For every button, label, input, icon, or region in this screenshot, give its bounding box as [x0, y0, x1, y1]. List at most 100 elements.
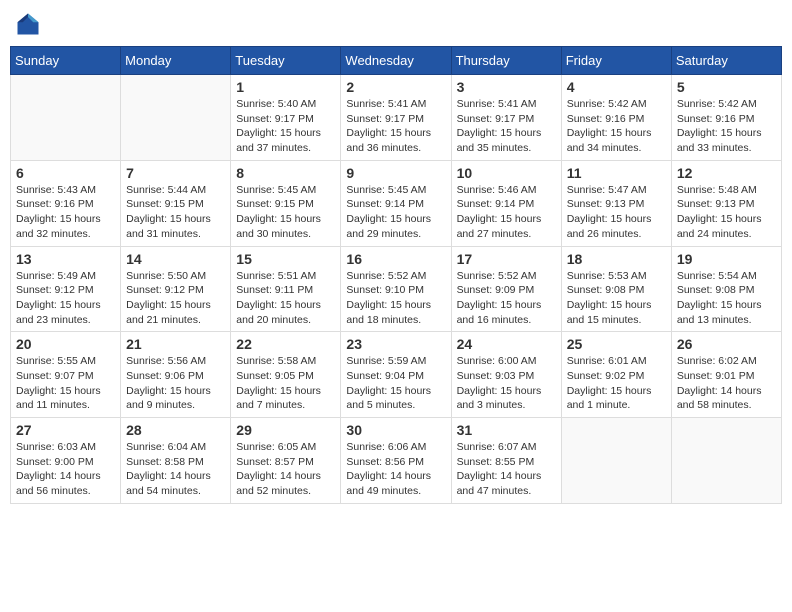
day-number: 29 — [236, 422, 335, 438]
day-info: Sunrise: 5:46 AM Sunset: 9:14 PM Dayligh… — [457, 183, 556, 242]
calendar-cell: 27 Sunrise: 6:03 AM Sunset: 9:00 PM Dayli… — [11, 418, 121, 504]
day-info: Sunrise: 5:43 AM Sunset: 9:16 PM Dayligh… — [16, 183, 115, 242]
day-number: 6 — [16, 165, 115, 181]
calendar-cell: 6 Sunrise: 5:43 AM Sunset: 9:16 PM Daylig… — [11, 160, 121, 246]
day-info: Sunrise: 5:53 AM Sunset: 9:08 PM Dayligh… — [567, 269, 666, 328]
day-info: Sunrise: 5:54 AM Sunset: 9:08 PM Dayligh… — [677, 269, 776, 328]
weekday-header-wednesday: Wednesday — [341, 47, 451, 75]
calendar-cell: 5Sunrise: 5:42 AM Sunset: 9:16 PM Daylig… — [671, 75, 781, 161]
day-info: Sunrise: 5:45 AM Sunset: 9:15 PM Dayligh… — [236, 183, 335, 242]
calendar-cell: 9 Sunrise: 5:45 AM Sunset: 9:14 PM Daylig… — [341, 160, 451, 246]
day-info: Sunrise: 5:48 AM Sunset: 9:13 PM Dayligh… — [677, 183, 776, 242]
weekday-header-friday: Friday — [561, 47, 671, 75]
day-number: 7 — [126, 165, 225, 181]
day-number: 24 — [457, 336, 556, 352]
day-info: Sunrise: 5:44 AM Sunset: 9:15 PM Dayligh… — [126, 183, 225, 242]
day-number: 27 — [16, 422, 115, 438]
day-info: Sunrise: 5:45 AM Sunset: 9:14 PM Dayligh… — [346, 183, 445, 242]
day-number: 20 — [16, 336, 115, 352]
day-number: 2 — [346, 79, 445, 95]
calendar-cell: 30 Sunrise: 6:06 AM Sunset: 8:56 PM Dayli… — [341, 418, 451, 504]
day-info: Sunrise: 6:06 AM Sunset: 8:56 PM Dayligh… — [346, 440, 445, 499]
calendar-cell — [121, 75, 231, 161]
calendar-cell: 19 Sunrise: 5:54 AM Sunset: 9:08 PM Dayli… — [671, 246, 781, 332]
weekday-header-saturday: Saturday — [671, 47, 781, 75]
calendar-cell: 2 Sunrise: 5:41 AM Sunset: 9:17 PM Daylig… — [341, 75, 451, 161]
calendar-week-row: 13Sunrise: 5:49 AM Sunset: 9:12 PM Dayli… — [11, 246, 782, 332]
calendar-cell: 8Sunrise: 5:45 AM Sunset: 9:15 PM Daylig… — [231, 160, 341, 246]
weekday-header-row: SundayMondayTuesdayWednesdayThursdayFrid… — [11, 47, 782, 75]
day-number: 18 — [567, 251, 666, 267]
day-number: 4 — [567, 79, 666, 95]
weekday-header-monday: Monday — [121, 47, 231, 75]
day-info: Sunrise: 5:56 AM Sunset: 9:06 PM Dayligh… — [126, 354, 225, 413]
day-number: 14 — [126, 251, 225, 267]
day-info: Sunrise: 5:51 AM Sunset: 9:11 PM Dayligh… — [236, 269, 335, 328]
day-number: 23 — [346, 336, 445, 352]
day-number: 9 — [346, 165, 445, 181]
day-info: Sunrise: 5:50 AM Sunset: 9:12 PM Dayligh… — [126, 269, 225, 328]
calendar-table: SundayMondayTuesdayWednesdayThursdayFrid… — [10, 46, 782, 504]
day-number: 21 — [126, 336, 225, 352]
calendar-cell: 24 Sunrise: 6:00 AM Sunset: 9:03 PM Dayli… — [451, 332, 561, 418]
calendar-week-row: 27 Sunrise: 6:03 AM Sunset: 9:00 PM Dayli… — [11, 418, 782, 504]
day-number: 11 — [567, 165, 666, 181]
day-number: 31 — [457, 422, 556, 438]
day-info: Sunrise: 6:04 AM Sunset: 8:58 PM Dayligh… — [126, 440, 225, 499]
day-info: Sunrise: 6:03 AM Sunset: 9:00 PM Dayligh… — [16, 440, 115, 499]
weekday-header-sunday: Sunday — [11, 47, 121, 75]
calendar-cell — [561, 418, 671, 504]
calendar-cell: 21 Sunrise: 5:56 AM Sunset: 9:06 PM Dayli… — [121, 332, 231, 418]
day-info: Sunrise: 5:59 AM Sunset: 9:04 PM Dayligh… — [346, 354, 445, 413]
calendar-cell: 28 Sunrise: 6:04 AM Sunset: 8:58 PM Dayli… — [121, 418, 231, 504]
day-number: 30 — [346, 422, 445, 438]
day-info: Sunrise: 5:55 AM Sunset: 9:07 PM Dayligh… — [16, 354, 115, 413]
day-number: 15 — [236, 251, 335, 267]
calendar-cell: 23 Sunrise: 5:59 AM Sunset: 9:04 PM Dayli… — [341, 332, 451, 418]
day-number: 16 — [346, 251, 445, 267]
day-number: 13 — [16, 251, 115, 267]
day-number: 22 — [236, 336, 335, 352]
day-number: 28 — [126, 422, 225, 438]
weekday-header-thursday: Thursday — [451, 47, 561, 75]
day-info: Sunrise: 5:58 AM Sunset: 9:05 PM Dayligh… — [236, 354, 335, 413]
calendar-cell — [11, 75, 121, 161]
day-number: 17 — [457, 251, 556, 267]
day-number: 12 — [677, 165, 776, 181]
day-info: Sunrise: 6:07 AM Sunset: 8:55 PM Dayligh… — [457, 440, 556, 499]
day-info: Sunrise: 5:41 AM Sunset: 9:17 PM Dayligh… — [457, 97, 556, 156]
day-info: Sunrise: 5:42 AM Sunset: 9:16 PM Dayligh… — [567, 97, 666, 156]
day-number: 10 — [457, 165, 556, 181]
calendar-cell: 14 Sunrise: 5:50 AM Sunset: 9:12 PM Dayli… — [121, 246, 231, 332]
logo-icon — [14, 10, 42, 38]
day-info: Sunrise: 5:41 AM Sunset: 9:17 PM Dayligh… — [346, 97, 445, 156]
calendar-week-row: 6 Sunrise: 5:43 AM Sunset: 9:16 PM Daylig… — [11, 160, 782, 246]
calendar-cell: 20 Sunrise: 5:55 AM Sunset: 9:07 PM Dayli… — [11, 332, 121, 418]
calendar-cell — [671, 418, 781, 504]
day-info: Sunrise: 6:00 AM Sunset: 9:03 PM Dayligh… — [457, 354, 556, 413]
day-info: Sunrise: 5:52 AM Sunset: 9:09 PM Dayligh… — [457, 269, 556, 328]
day-number: 25 — [567, 336, 666, 352]
calendar-cell: 3Sunrise: 5:41 AM Sunset: 9:17 PM Daylig… — [451, 75, 561, 161]
calendar-cell: 22 Sunrise: 5:58 AM Sunset: 9:05 PM Dayli… — [231, 332, 341, 418]
calendar-cell: 26Sunrise: 6:02 AM Sunset: 9:01 PM Dayli… — [671, 332, 781, 418]
calendar-cell: 10 Sunrise: 5:46 AM Sunset: 9:14 PM Dayli… — [451, 160, 561, 246]
calendar-cell: 16 Sunrise: 5:52 AM Sunset: 9:10 PM Dayli… — [341, 246, 451, 332]
day-number: 5 — [677, 79, 776, 95]
day-number: 1 — [236, 79, 335, 95]
calendar-cell: 13Sunrise: 5:49 AM Sunset: 9:12 PM Dayli… — [11, 246, 121, 332]
page-header — [10, 10, 782, 38]
logo — [14, 10, 46, 38]
day-info: Sunrise: 5:40 AM Sunset: 9:17 PM Dayligh… — [236, 97, 335, 156]
day-info: Sunrise: 5:52 AM Sunset: 9:10 PM Dayligh… — [346, 269, 445, 328]
day-info: Sunrise: 6:01 AM Sunset: 9:02 PM Dayligh… — [567, 354, 666, 413]
calendar-cell: 25 Sunrise: 6:01 AM Sunset: 9:02 PM Dayli… — [561, 332, 671, 418]
calendar-cell: 1 Sunrise: 5:40 AM Sunset: 9:17 PM Daylig… — [231, 75, 341, 161]
calendar-cell: 7 Sunrise: 5:44 AM Sunset: 9:15 PM Daylig… — [121, 160, 231, 246]
day-number: 19 — [677, 251, 776, 267]
calendar-cell: 12 Sunrise: 5:48 AM Sunset: 9:13 PM Dayli… — [671, 160, 781, 246]
calendar-cell: 4 Sunrise: 5:42 AM Sunset: 9:16 PM Daylig… — [561, 75, 671, 161]
calendar-cell: 17 Sunrise: 5:52 AM Sunset: 9:09 PM Dayli… — [451, 246, 561, 332]
day-number: 26 — [677, 336, 776, 352]
calendar-cell: 11Sunrise: 5:47 AM Sunset: 9:13 PM Dayli… — [561, 160, 671, 246]
